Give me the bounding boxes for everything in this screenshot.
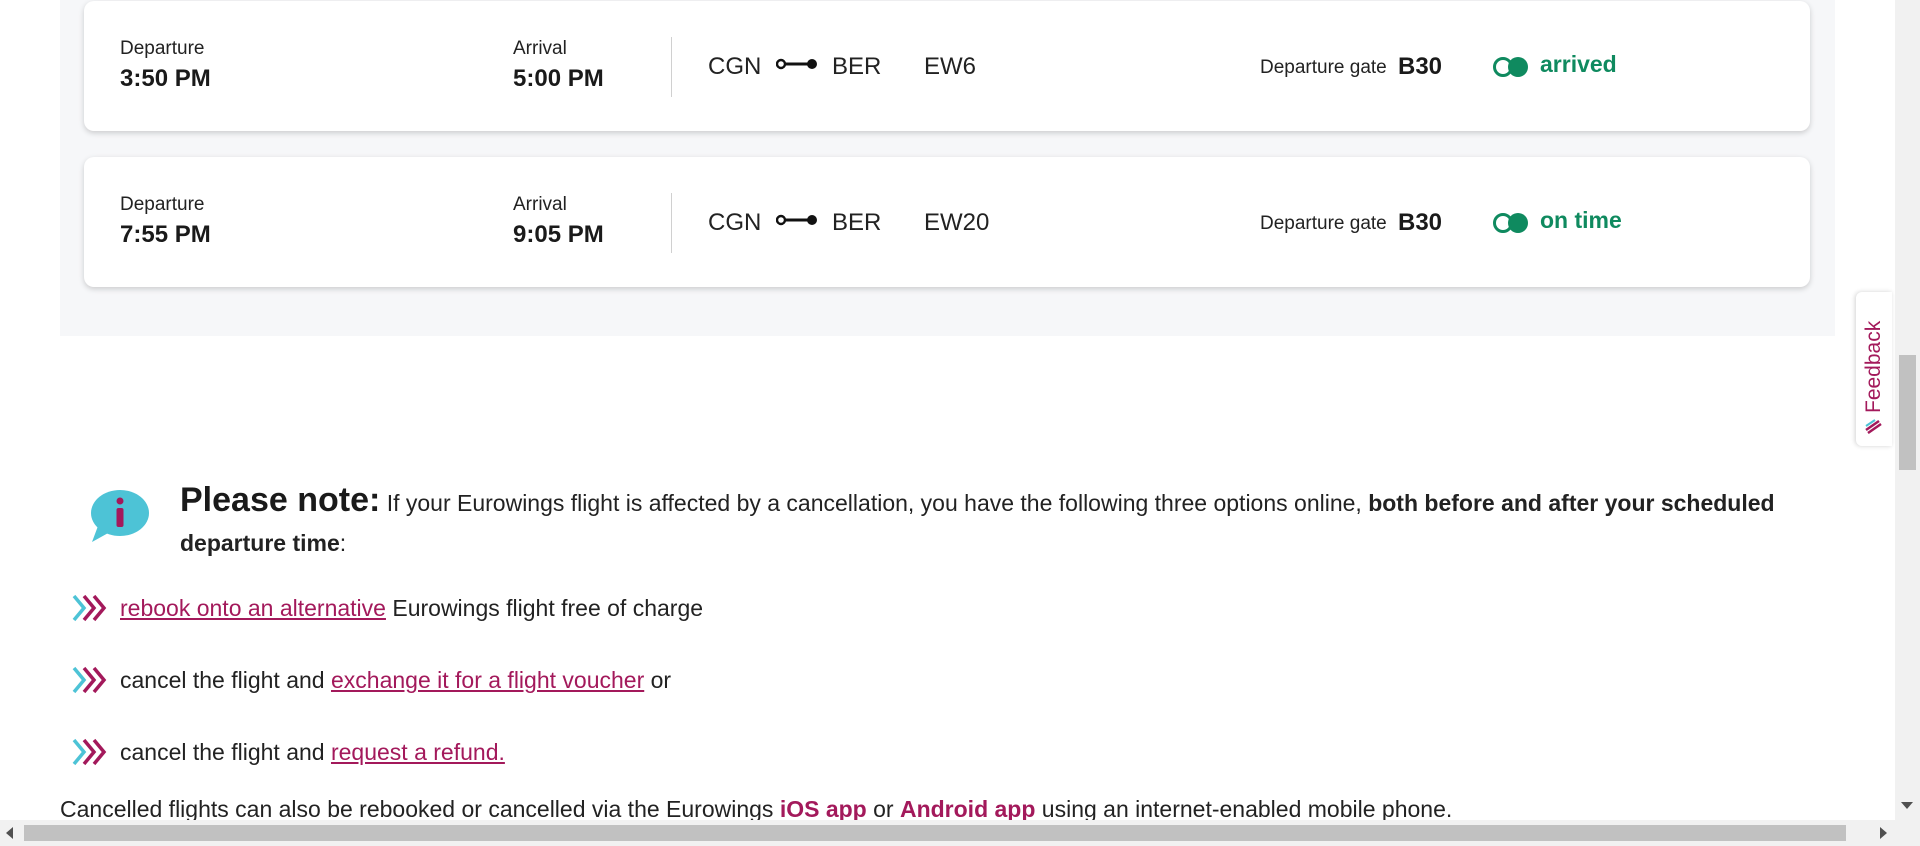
flight-number: EW6 [924,53,977,80]
ios-app-link[interactable]: iOS app [780,796,867,822]
gate-value: B30 [1398,53,1443,80]
chevrons-icon [72,594,107,622]
scroll-right-arrow-icon[interactable] [1880,827,1887,839]
footer-text: or [866,796,900,822]
route-connector-icon [776,214,817,226]
rebook-link[interactable]: rebook onto an alternative [120,595,386,621]
feedback-label: Feedback [1862,320,1885,414]
note-title: Please note: [180,481,381,519]
footer-text: Cancelled flights can also be rebooked o… [60,796,780,822]
gate-value: B30 [1398,209,1443,236]
departure-label: Departure [120,38,205,59]
footer-text: using an internet-enabled mobile phone. [1035,796,1453,822]
origin-airport: CGN [708,209,762,236]
arrival-label: Arrival [513,38,567,59]
route-connector-icon [776,58,817,70]
refund-link[interactable]: request a refund. [331,739,505,765]
option-text: or [644,667,672,693]
departure-time: 7:55 PM [120,221,211,248]
gate-label: Departure gate [1260,57,1387,78]
divider [671,193,672,253]
chevrons-icon [72,666,107,694]
option-text: Eurowings flight free of charge [385,595,704,621]
info-speech-bubble-icon [91,490,149,542]
scrollbar-thumb[interactable] [1899,355,1916,470]
flight-card: Departure 7:55 PM Arrival 9:05 PM CGN BE… [84,157,1810,287]
status-badge: arrived [1540,51,1617,77]
gate-label: Departure gate [1260,213,1387,234]
arrival-time: 5:00 PM [513,65,604,92]
horizontal-scrollbar[interactable] [0,820,1920,846]
flight-card: Departure 3:50 PM Arrival 5:00 PM CGN BE… [84,1,1810,131]
feedback-tab[interactable]: Feedback [1856,292,1892,446]
divider [671,37,672,97]
option-text: cancel the flight and [120,739,331,765]
chevrons-icon [72,738,107,766]
android-app-link[interactable]: Android app [900,796,1035,822]
vertical-scrollbar[interactable] [1895,0,1920,820]
scrollbar-thumb[interactable] [24,825,1846,841]
arrival-time: 9:05 PM [513,221,604,248]
status-toggle-icon [1493,57,1528,77]
app-info-text: Cancelled flights can also be rebooked o… [60,796,1452,823]
flight-number: EW20 [924,209,990,236]
scroll-left-arrow-icon[interactable] [6,827,13,839]
destination-airport: BER [832,209,882,236]
arrival-label: Arrival [513,194,567,215]
option-text: cancel the flight and [120,667,331,693]
destination-airport: BER [832,53,882,80]
departure-time: 3:50 PM [120,65,211,92]
status-badge: on time [1540,207,1622,233]
voucher-link[interactable]: exchange it for a flight voucher [331,667,644,693]
cancellation-note: Please note: If your Eurowings flight is… [180,480,1825,563]
eurowings-logo-icon [1865,419,1882,434]
status-toggle-icon [1493,213,1528,233]
scroll-down-arrow-icon[interactable] [1901,802,1913,809]
departure-label: Departure [120,194,205,215]
note-end: : [339,530,347,556]
origin-airport: CGN [708,53,762,80]
note-text: If your Eurowings flight is affected by … [380,490,1369,516]
